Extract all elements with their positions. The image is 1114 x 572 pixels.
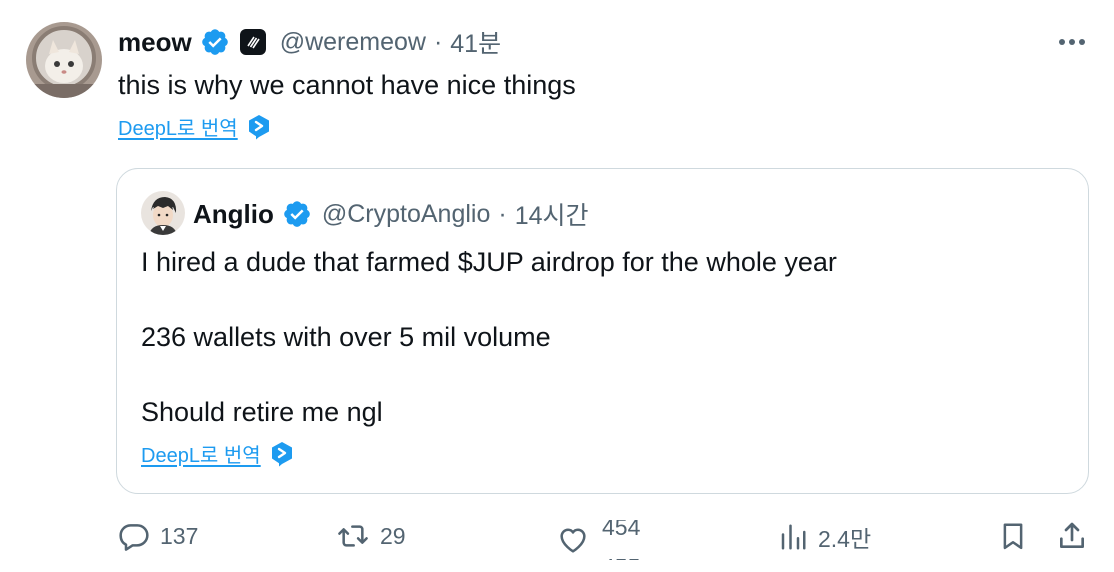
share-icon (1060, 522, 1084, 548)
quoted-author-avatar[interactable] (141, 191, 185, 235)
quoted-timestamp[interactable]: 14시간 (515, 196, 589, 232)
separator-dot: · (433, 27, 443, 56)
like-count: 454 (602, 520, 641, 540)
reply-count: 137 (160, 522, 199, 549)
translate-label[interactable]: DeepL로 번역 (118, 112, 238, 141)
quoted-text-line: Should retire me ngl (141, 397, 383, 427)
quoted-text-line: I hired a dude that farmed $JUP airdrop … (141, 247, 837, 277)
author-display-name[interactable]: meow (118, 27, 192, 58)
cat-astronaut-avatar-image (26, 22, 102, 98)
translate-button[interactable]: DeepL로 번역 (118, 112, 271, 141)
quoted-text-line: 236 wallets with over 5 mil volume (141, 322, 551, 352)
author-handle[interactable]: @weremeow (280, 28, 426, 57)
tweet-timestamp[interactable]: 41분 (450, 24, 501, 60)
more-options-button[interactable] (1052, 26, 1092, 58)
quoted-tweet[interactable]: Anglio @CryptoAnglio · 14시간 I hired a du… (116, 168, 1089, 494)
anime-portrait-avatar-image (141, 191, 185, 235)
quoted-handle[interactable]: @CryptoAnglio (322, 200, 491, 229)
like-count-next: 455 (602, 554, 640, 560)
separator-dot: · (498, 199, 507, 228)
deepl-icon (270, 441, 294, 467)
bookmark-icon (1003, 523, 1023, 550)
quoted-display-name[interactable]: Anglio (193, 199, 274, 230)
more-horizontal-icon (1059, 39, 1085, 45)
deepl-icon (247, 114, 271, 140)
bookmark-button[interactable] (998, 520, 1028, 552)
quoted-header: Anglio @CryptoAnglio · 14시간 (193, 197, 589, 231)
reply-icon (119, 524, 149, 551)
translate-label[interactable]: DeepL로 번역 (141, 439, 261, 468)
heart-icon (560, 528, 586, 553)
retweet-count: 29 (380, 522, 406, 549)
reply-button[interactable]: 137 (118, 520, 198, 552)
action-bar: 137 29 454 455 2.4만 (0, 508, 1114, 568)
quoted-translate-button[interactable]: DeepL로 번역 (141, 439, 294, 468)
tweet-text: this is why we cannot have nice things (118, 70, 576, 100)
verified-badge-icon[interactable] (200, 27, 230, 57)
retweet-button[interactable]: 29 (336, 520, 406, 552)
layers-icon[interactable] (239, 29, 266, 55)
verified-badge-icon[interactable] (282, 199, 312, 229)
like-button[interactable]: 454 455 (556, 520, 652, 560)
tweet-card: meow @weremeow · 41분 this is why we cann… (0, 0, 1114, 572)
share-button[interactable] (1056, 520, 1088, 552)
tweet-header: meow @weremeow · 41분 (118, 24, 501, 60)
views-icon (781, 524, 806, 550)
author-avatar[interactable] (26, 22, 102, 98)
like-count-roller: 454 455 (600, 520, 652, 560)
views-count: 2.4만 (818, 526, 872, 552)
views-button[interactable]: 2.4만 (778, 520, 871, 554)
retweet-icon (338, 525, 368, 547)
